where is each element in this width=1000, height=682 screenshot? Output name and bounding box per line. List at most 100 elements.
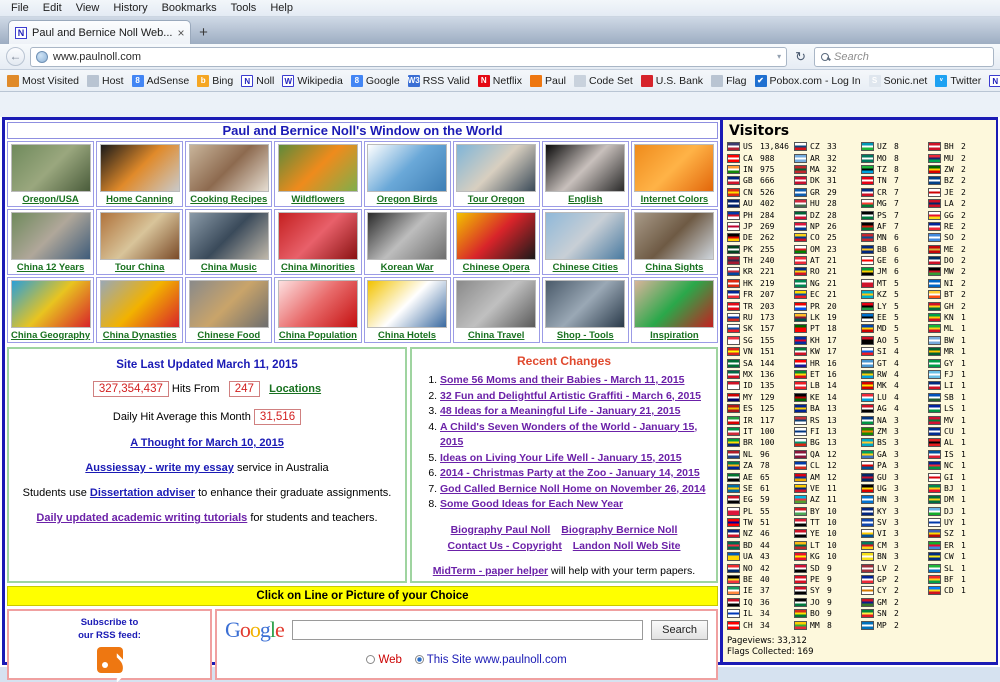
two-people-portrait-photo[interactable] bbox=[545, 144, 626, 192]
tile-china-12-years[interactable]: China 12 Years bbox=[7, 209, 95, 275]
tile-label[interactable]: China 12 Years bbox=[17, 262, 84, 273]
tile-label[interactable]: Oregon/USA bbox=[22, 194, 78, 205]
tile-oregon-birds[interactable]: Oregon Birds bbox=[363, 141, 451, 207]
rss-feed-icon[interactable] bbox=[96, 646, 123, 673]
korean-war-bw-photo[interactable] bbox=[367, 212, 448, 260]
recent-change-link[interactable]: Some 56 Moms and their Babies - March 11… bbox=[440, 374, 685, 386]
menu-item-view[interactable]: View bbox=[69, 1, 107, 15]
tile-china-population[interactable]: China Population bbox=[274, 277, 362, 343]
forbidden-city-photo[interactable] bbox=[99, 212, 180, 260]
google-search-button[interactable]: Search bbox=[651, 619, 708, 640]
fish-dish-photo[interactable] bbox=[188, 280, 269, 328]
thought-of-day-link[interactable]: A Thought for March 10, 2015 bbox=[130, 437, 284, 449]
family-in-china-photo[interactable] bbox=[10, 212, 91, 260]
radio-web-label[interactable]: Web bbox=[378, 654, 401, 666]
tile-wildflowers[interactable]: Wildflowers bbox=[274, 141, 362, 207]
recent-change-link[interactable]: A Child's Seven Wonders of the World - J… bbox=[440, 421, 697, 449]
tile-home-canning[interactable]: Home Canning bbox=[96, 141, 184, 207]
bookmark-sitemap-sonic[interactable]: NSitemap Sonic bbox=[986, 74, 1000, 88]
recent-change-link[interactable]: God Called Bernice Noll Home on November… bbox=[440, 483, 706, 495]
menu-item-bookmarks[interactable]: Bookmarks bbox=[155, 1, 224, 15]
menu-item-edit[interactable]: Edit bbox=[36, 1, 69, 15]
recent-change-link[interactable]: 2014 - Christmas Party at the Zoo - Janu… bbox=[440, 467, 700, 479]
recent-change-link[interactable]: Some Good Ideas for Each New Year bbox=[440, 498, 623, 510]
minority-girls-photo[interactable] bbox=[277, 212, 358, 260]
train-tunnel-photo[interactable] bbox=[456, 280, 537, 328]
browser-search-input[interactable]: Search bbox=[814, 46, 994, 67]
contact-us-copyright-link[interactable]: Contact Us - Copyright bbox=[448, 540, 562, 552]
menu-item-history[interactable]: History bbox=[106, 1, 154, 15]
tile-china-minorities[interactable]: China Minorities bbox=[274, 209, 362, 275]
tile-label[interactable]: Chinese Food bbox=[197, 330, 260, 341]
tile-shop-tools[interactable]: Shop - Tools bbox=[541, 277, 629, 343]
tile-english[interactable]: English bbox=[541, 141, 629, 207]
bookmark-wikipedia[interactable]: W Wikipedia bbox=[279, 74, 346, 88]
biography-bernice-noll-link[interactable]: Biography Bernice Noll bbox=[561, 524, 677, 536]
bookmark-code-set[interactable]: Code Set bbox=[571, 74, 636, 88]
tile-internet-colors[interactable]: Internet Colors bbox=[630, 141, 718, 207]
back-icon[interactable]: ← bbox=[6, 47, 25, 66]
lighthouse-photo[interactable] bbox=[456, 144, 537, 192]
city-riverfront-photo[interactable] bbox=[545, 212, 626, 260]
tile-label[interactable]: Wildflowers bbox=[291, 194, 344, 205]
oranges-photo[interactable] bbox=[634, 144, 715, 192]
canning-jars-photo[interactable] bbox=[99, 144, 180, 192]
kitchen-cooking-photo[interactable] bbox=[188, 144, 269, 192]
tile-label[interactable]: China Dynasties bbox=[103, 330, 177, 341]
power-tool-photo[interactable] bbox=[545, 280, 626, 328]
tile-oregon-usa[interactable]: Oregon/USA bbox=[7, 141, 95, 207]
locations-link[interactable]: Locations bbox=[269, 383, 321, 395]
hotel-building-photo[interactable] bbox=[367, 280, 448, 328]
tile-label[interactable]: Internet Colors bbox=[641, 194, 709, 205]
tile-label[interactable]: China Geography bbox=[11, 330, 90, 341]
opera-masks-photo[interactable] bbox=[456, 212, 537, 260]
writing-tutorials-link[interactable]: Daily updated academic writing tutorials bbox=[36, 512, 247, 524]
tile-chinese-cities[interactable]: Chinese Cities bbox=[541, 209, 629, 275]
tile-china-music[interactable]: China Music bbox=[185, 209, 273, 275]
tile-china-geography[interactable]: China Geography bbox=[7, 277, 95, 343]
tile-china-dynasties[interactable]: China Dynasties bbox=[96, 277, 184, 343]
tile-chinese-food[interactable]: Chinese Food bbox=[185, 277, 273, 343]
bookmark-netflix[interactable]: N Netflix bbox=[475, 74, 525, 88]
orange-lily-photo[interactable] bbox=[277, 144, 358, 192]
recent-change-link[interactable]: 48 Ideas for a Meaningful Life - January… bbox=[440, 405, 680, 417]
tile-tour-oregon[interactable]: Tour Oregon bbox=[452, 141, 540, 207]
tile-label[interactable]: China Sights bbox=[645, 262, 703, 273]
tile-chinese-opera[interactable]: Chinese Opera bbox=[452, 209, 540, 275]
address-bar[interactable]: www.paulnoll.com ▾ bbox=[30, 46, 788, 67]
tile-china-hotels[interactable]: China Hotels bbox=[363, 277, 451, 343]
tile-label[interactable]: China Travel bbox=[468, 330, 525, 341]
bookmark-pobox-com-log-in[interactable]: ✔ Pobox.com - Log In bbox=[752, 74, 864, 88]
radio-this-site[interactable] bbox=[414, 654, 424, 664]
new-tab-button[interactable]: + bbox=[191, 22, 215, 44]
bookmark-rss-valid[interactable]: W3 RSS Valid bbox=[405, 74, 473, 88]
bookmark-adsense[interactable]: 8 AdSense bbox=[129, 74, 193, 88]
tile-inspiration[interactable]: Inspiration bbox=[630, 277, 718, 343]
tile-label[interactable]: Korean War bbox=[381, 262, 434, 273]
china-population-map[interactable] bbox=[277, 280, 358, 328]
tile-label[interactable]: Chinese Cities bbox=[553, 262, 618, 273]
bookmark-bing[interactable]: b Bing bbox=[194, 74, 236, 88]
tile-cooking-recipes[interactable]: Cooking Recipes bbox=[185, 141, 273, 207]
tile-label[interactable]: China Music bbox=[201, 262, 257, 273]
bookmark-sonic-net[interactable]: S Sonic.net bbox=[866, 74, 931, 88]
tile-korean-war[interactable]: Korean War bbox=[363, 209, 451, 275]
biography-paul-noll-link[interactable]: Biography Paul Noll bbox=[451, 524, 551, 536]
oregon-barn-photo[interactable] bbox=[10, 144, 91, 192]
radio-this-site-label[interactable]: This Site www.paulnoll.com bbox=[427, 654, 567, 666]
midterm-paper-helper-link[interactable]: MidTerm - paper helper bbox=[433, 565, 548, 577]
aussiessay-link[interactable]: Aussiessay - write my essay bbox=[85, 462, 234, 474]
tile-label[interactable]: Oregon Birds bbox=[377, 194, 438, 205]
bookmark-google[interactable]: 8 Google bbox=[348, 74, 403, 88]
landon-noll-web-site-link[interactable]: Landon Noll Web Site bbox=[573, 540, 681, 552]
rss-subscribe-box[interactable]: Subscribe to our RSS feed: bbox=[7, 608, 212, 680]
chevron-down-icon[interactable]: ▾ bbox=[777, 52, 781, 61]
tab-paul-and-bernice-noll[interactable]: N Paul and Bernice Noll Web... × bbox=[8, 20, 192, 44]
china-provinces-map[interactable] bbox=[10, 280, 91, 328]
menu-item-help[interactable]: Help bbox=[263, 1, 300, 15]
tile-label[interactable]: China Minorities bbox=[281, 262, 355, 273]
bookmark-paul[interactable]: Paul bbox=[527, 74, 569, 88]
recent-change-link[interactable]: 32 Fun and Delightful Artistic Graffiti … bbox=[440, 390, 701, 402]
bluebird-illustration[interactable] bbox=[367, 144, 448, 192]
tile-label[interactable]: China Population bbox=[279, 330, 357, 341]
